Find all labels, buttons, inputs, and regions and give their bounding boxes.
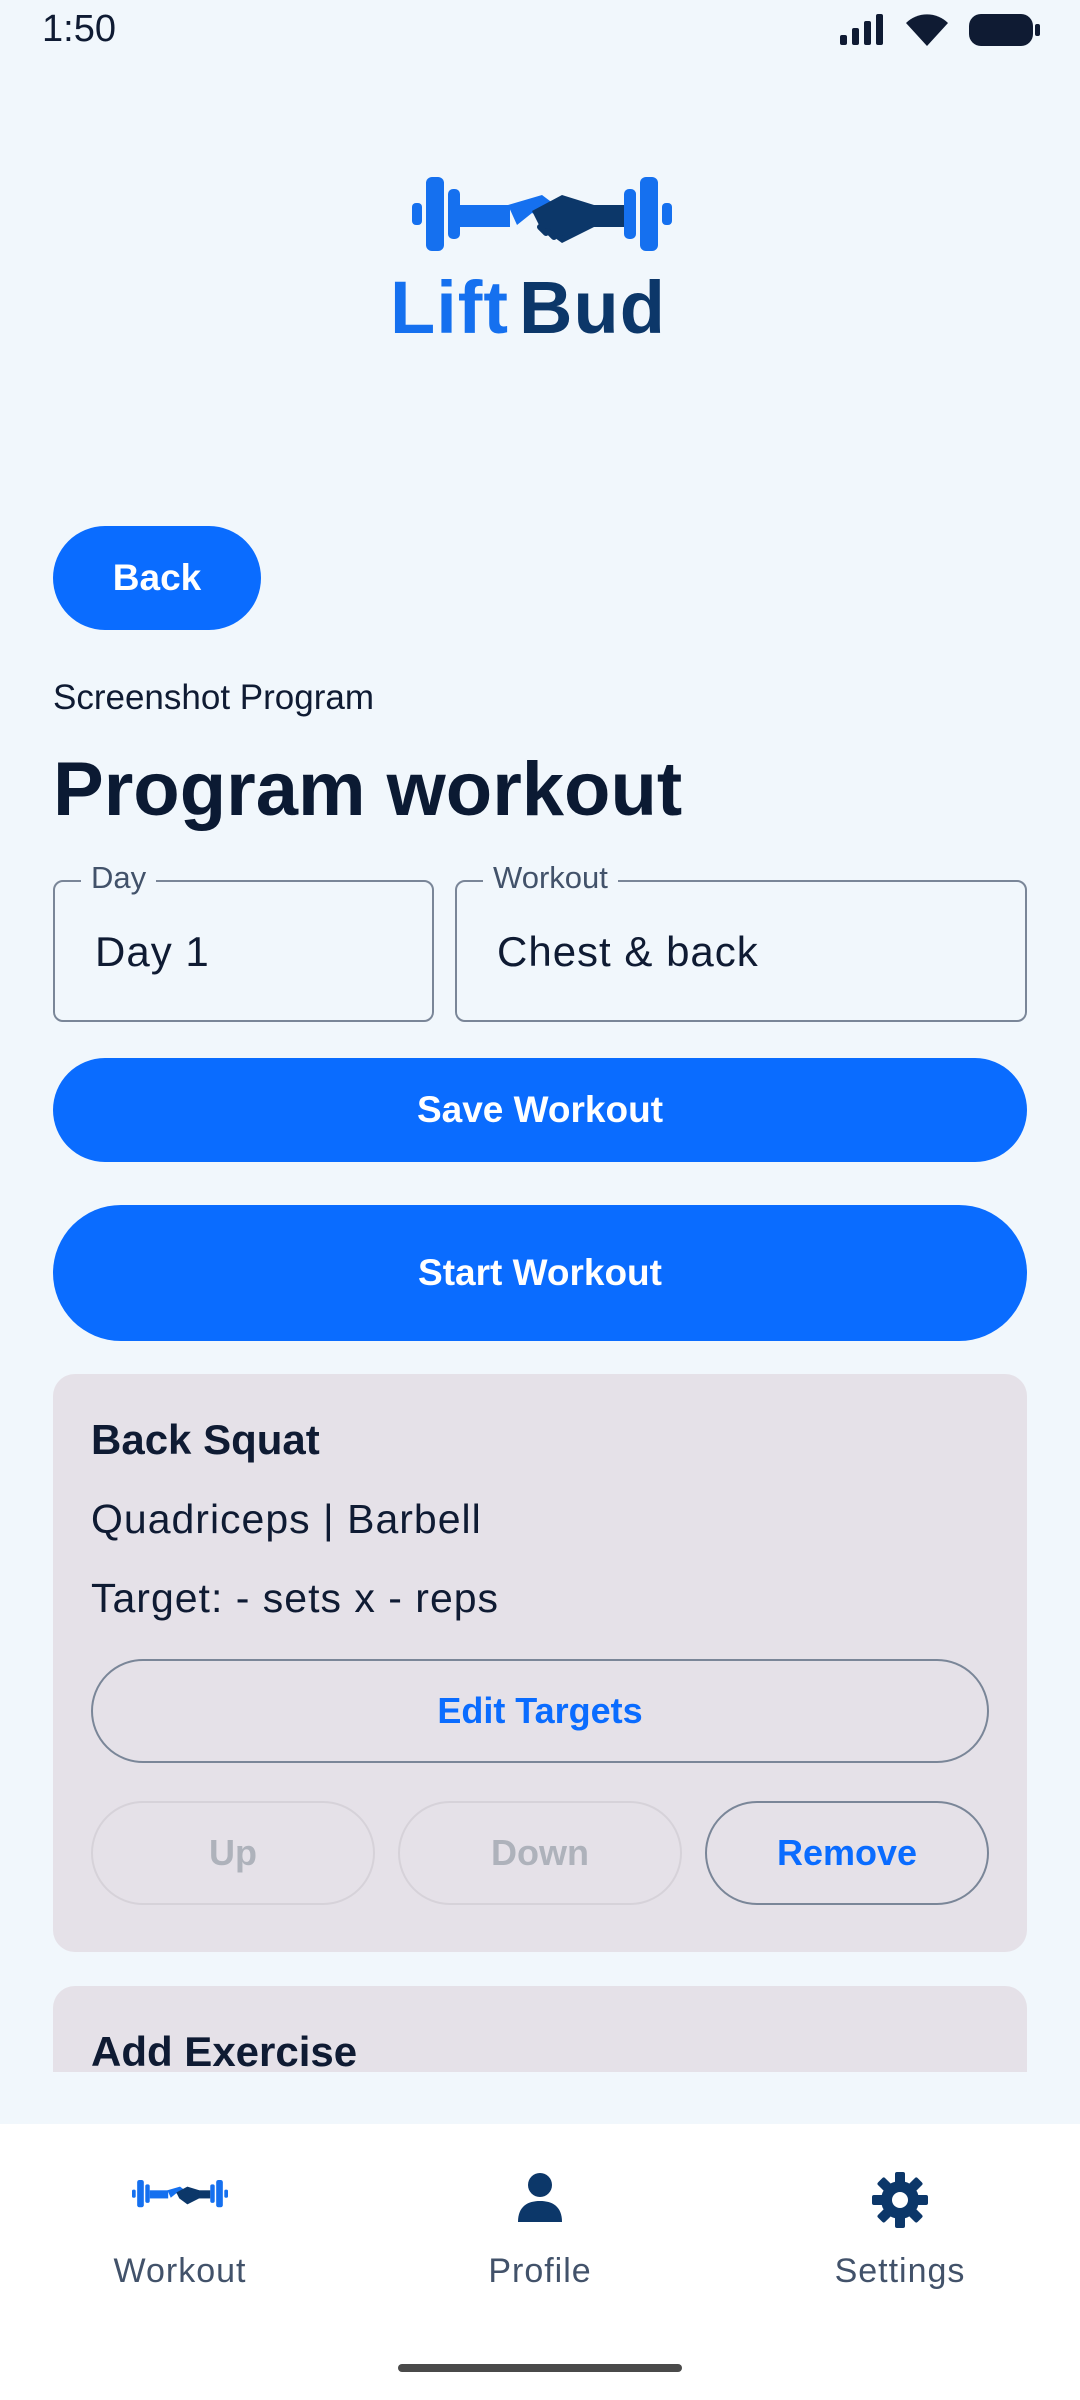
move-up-button[interactable]: Up <box>91 1801 375 1905</box>
logo-word-bud: Bud <box>519 266 666 349</box>
person-icon <box>518 2173 562 2222</box>
nav-item-workout[interactable]: Workout <box>0 2124 360 2344</box>
battery-icon <box>969 14 1040 46</box>
nav-item-settings[interactable]: Settings <box>720 2124 1080 2344</box>
move-down-button[interactable]: Down <box>398 1801 682 1905</box>
save-workout-button[interactable]: Save Workout <box>53 1058 1027 1162</box>
add-exercise-card: Add Exercise <box>53 1986 1027 2072</box>
exercise-muscle-equipment: Quadriceps | Barbell <box>91 1496 482 1542</box>
gear-icon <box>872 2172 928 2228</box>
start-workout-button[interactable]: Start Workout <box>53 1205 1027 1341</box>
bottom-nav: Workout Profile Settings <box>0 2124 1080 2400</box>
day-field[interactable]: Day Day 1 <box>53 860 434 1022</box>
nav-label-workout: Workout <box>113 2252 247 2290</box>
nav-label-profile: Profile <box>488 2252 592 2290</box>
home-indicator[interactable] <box>398 2364 682 2372</box>
status-icons <box>838 12 1042 48</box>
remove-exercise-button[interactable]: Remove <box>705 1801 989 1905</box>
exercise-target: Target: - sets x - reps <box>91 1575 500 1621</box>
liftbud-logo: Lift Bud <box>380 165 700 355</box>
status-time: 1:50 <box>42 8 116 50</box>
day-field-label: Day <box>81 860 157 896</box>
day-field-value[interactable]: Day 1 <box>95 928 210 976</box>
dumbbell-handshake-logo-icon <box>412 177 672 251</box>
dumbbell-handshake-icon <box>132 2179 228 2208</box>
add-exercise-section: Add Exercise <box>53 1986 1027 2072</box>
status-bar: 1:50 <box>0 0 1080 64</box>
workout-field[interactable]: Workout Chest & back <box>455 860 1027 1022</box>
workout-field-value[interactable]: Chest & back <box>497 928 759 976</box>
nav-item-profile[interactable]: Profile <box>360 2124 720 2344</box>
logo-word-lift: Lift <box>390 266 510 349</box>
logo-wordmark: Lift Bud <box>390 265 666 350</box>
exercise-card: Back Squat Quadriceps | Barbell Target: … <box>53 1374 1027 1952</box>
wifi-icon <box>906 14 948 46</box>
exercise-name: Back Squat <box>91 1416 320 1463</box>
edit-targets-button[interactable]: Edit Targets <box>91 1659 989 1763</box>
program-name: Screenshot Program <box>53 678 374 717</box>
page-title: Program workout <box>53 747 683 832</box>
back-button[interactable]: Back <box>53 526 261 630</box>
nav-label-settings: Settings <box>834 2252 966 2290</box>
workout-field-label: Workout <box>483 860 618 896</box>
signal-icon <box>840 14 883 45</box>
add-exercise-title: Add Exercise <box>91 2028 358 2072</box>
